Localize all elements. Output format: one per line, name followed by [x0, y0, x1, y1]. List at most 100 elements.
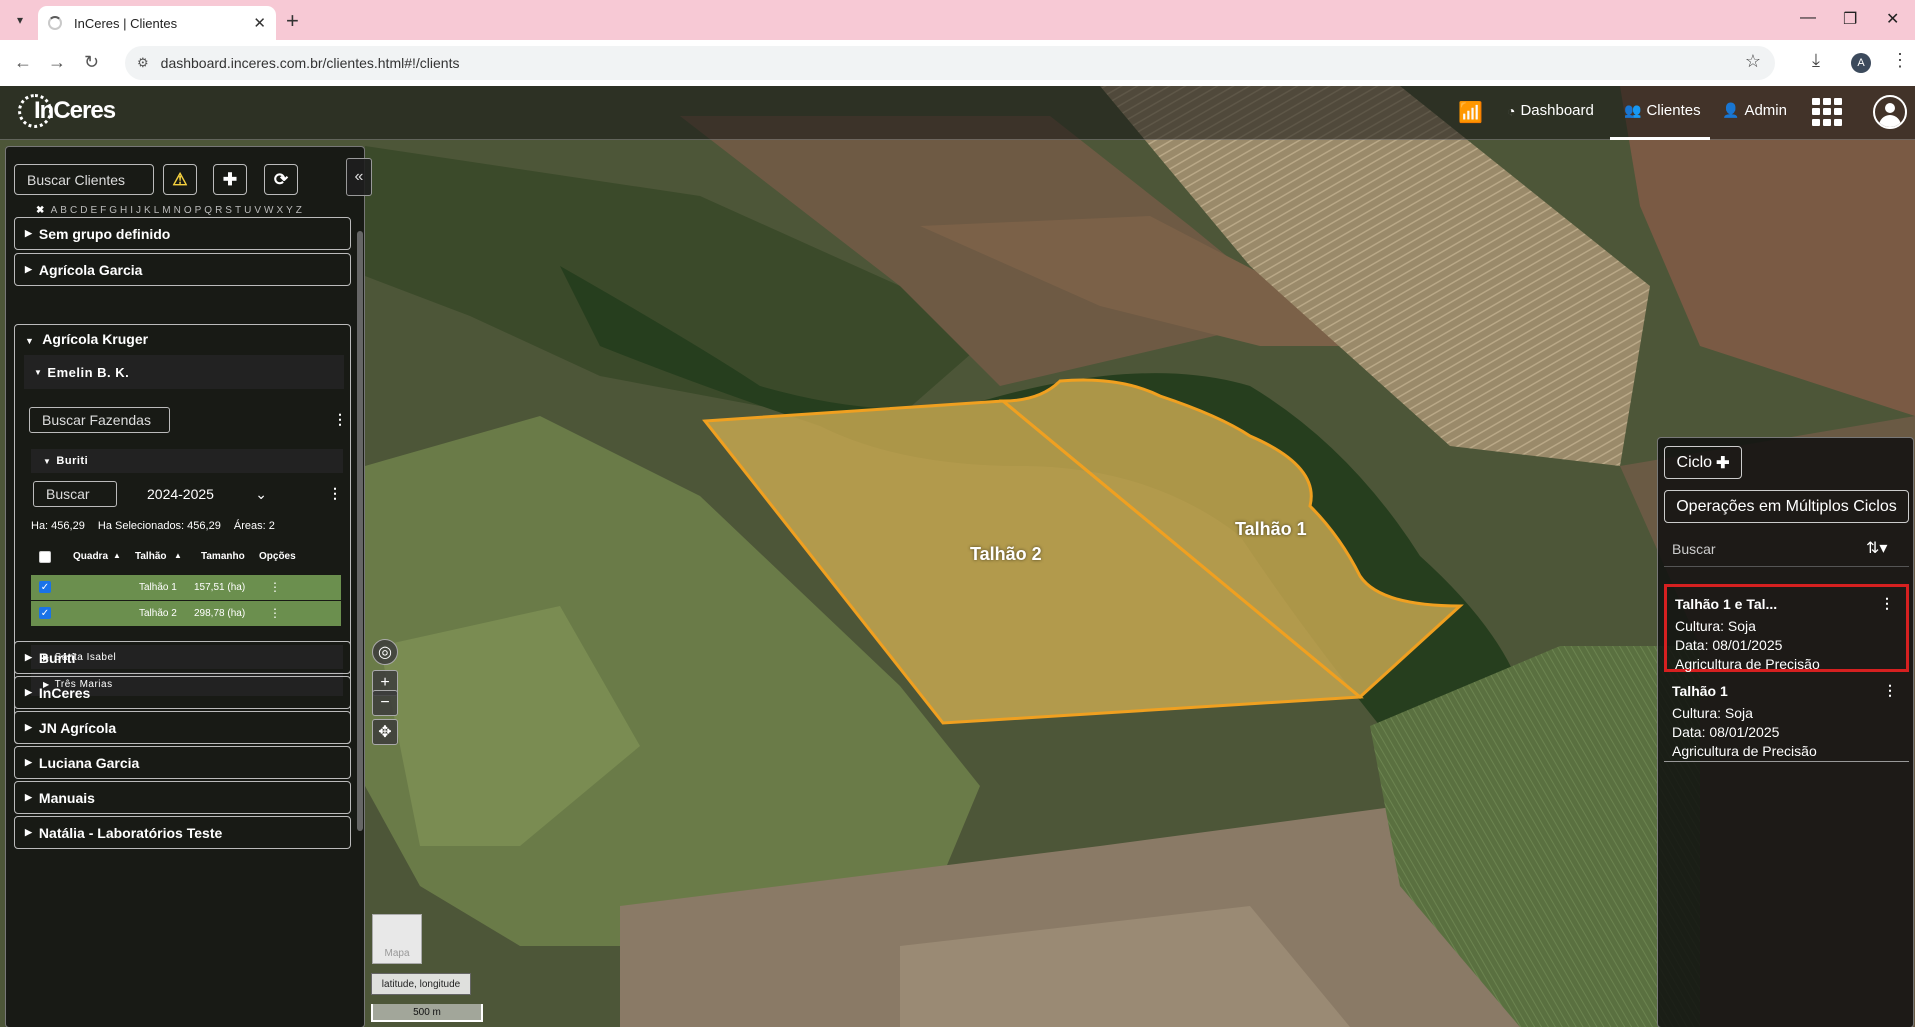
client-group[interactable]: ▶ Sem grupo definido: [14, 217, 351, 250]
forward-icon[interactable]: →: [48, 52, 66, 73]
apps-grid-icon[interactable]: [1812, 98, 1842, 126]
alphabet-letter[interactable]: O: [184, 205, 193, 216]
pan-button[interactable]: ✥: [372, 719, 398, 745]
search-clients-input[interactable]: [14, 164, 154, 195]
alphabet-letter[interactable]: H: [120, 205, 128, 216]
alphabet-letter[interactable]: M: [162, 205, 171, 216]
add-client-button[interactable]: ✚: [213, 164, 247, 195]
browser-menu-icon[interactable]: ⋮: [1891, 50, 1909, 71]
zoom-out-button[interactable]: −: [372, 690, 398, 716]
alphabet-letter[interactable]: S: [225, 205, 233, 216]
site-settings-icon[interactable]: ⚙: [137, 55, 149, 71]
nav-admin[interactable]: 👤 Admin: [1722, 102, 1787, 119]
sort-icon[interactable]: ▲: [113, 551, 121, 560]
cycle-select[interactable]: 2024-2025 ⌄: [147, 486, 267, 503]
add-cycle-button[interactable]: Ciclo ✚: [1664, 446, 1742, 479]
alphabet-letter[interactable]: E: [90, 205, 98, 216]
bookmark-star-icon[interactable]: ☆: [1745, 51, 1761, 72]
alphabet-letter[interactable]: Y: [286, 205, 294, 216]
row-checkbox[interactable]: ✓: [39, 581, 51, 593]
nav-clientes[interactable]: 👥 Clientes: [1624, 102, 1701, 119]
search-fields-input[interactable]: [33, 481, 117, 507]
alphabet-letter[interactable]: P: [195, 205, 203, 216]
alphabet-letter[interactable]: Z: [296, 205, 303, 216]
column-talhao[interactable]: Talhão: [135, 551, 166, 562]
back-icon[interactable]: ←: [14, 52, 32, 73]
locate-button[interactable]: ◎: [372, 639, 398, 665]
table-row[interactable]: ✓ Talhão 2 298,78 (ha) ⋮: [31, 601, 341, 626]
farm-options-kebab-icon[interactable]: ⋮: [328, 485, 342, 502]
clear-filter-icon[interactable]: ✖: [36, 205, 45, 216]
search-operations-input[interactable]: [1672, 541, 1852, 557]
column-quadra[interactable]: Quadra: [73, 551, 108, 562]
alphabet-letter[interactable]: D: [80, 205, 88, 216]
operation-card[interactable]: Talhão 1 e Tal... Cultura: Soja Data: 08…: [1664, 584, 1909, 672]
client-group[interactable]: ▶ Buriti: [14, 641, 351, 674]
row-checkbox[interactable]: ✓: [39, 607, 51, 619]
download-icon[interactable]: ⤓: [1812, 50, 1820, 71]
operation-card[interactable]: Talhão 1 Cultura: Soja Data: 08/01/2025 …: [1664, 674, 1909, 762]
url-field[interactable]: ⚙ dashboard.inceres.com.br/clientes.html…: [125, 46, 1775, 80]
client-group[interactable]: ▶ JN Agrícola: [14, 711, 351, 744]
reload-icon[interactable]: ↻: [84, 52, 99, 73]
client-group[interactable]: ▶ Luciana Garcia: [14, 746, 351, 779]
client-group[interactable]: ▶ Natália - Laboratórios Teste: [14, 816, 351, 849]
caret-down-icon: ▼: [43, 456, 52, 466]
alphabet-letter[interactable]: N: [174, 205, 182, 216]
warning-button[interactable]: ⚠: [163, 164, 197, 195]
active-nav-underline: [1610, 137, 1710, 140]
areas-count: Áreas: 2: [233, 520, 275, 532]
alphabet-letter[interactable]: B: [60, 205, 68, 216]
nav-dashboard[interactable]: ◔ Dashboard: [1507, 102, 1594, 119]
new-tab-icon[interactable]: +: [286, 8, 299, 34]
alphabet-letter[interactable]: K: [144, 205, 152, 216]
sort-options-icon[interactable]: ⇅▾: [1866, 538, 1887, 558]
alphabet-letter[interactable]: Q: [204, 205, 213, 216]
farm-header-buriti[interactable]: ▼ Buriti: [31, 449, 343, 473]
table-row[interactable]: ✓ Talhão 1 157,51 (ha) ⋮: [31, 575, 341, 600]
multi-cycle-operations-button[interactable]: Operações em Múltiplos Ciclos: [1664, 490, 1909, 523]
client-group[interactable]: ▶ Manuais: [14, 781, 351, 814]
alphabet-letter[interactable]: V: [254, 205, 262, 216]
restore-icon[interactable]: ❐: [1843, 9, 1857, 29]
basemap-toggle[interactable]: Mapa: [372, 914, 422, 964]
user-account-icon[interactable]: [1873, 95, 1907, 129]
close-window-icon[interactable]: ✕: [1886, 9, 1899, 29]
alphabet-letter[interactable]: C: [70, 205, 78, 216]
scrollbar[interactable]: [357, 231, 363, 831]
collapse-panel-button[interactable]: «: [346, 158, 372, 196]
browser-tab[interactable]: InCeres | Clientes ✕: [38, 6, 276, 40]
row-options-kebab-icon[interactable]: ⋮: [269, 580, 281, 594]
alphabet-letter[interactable]: A: [51, 205, 59, 216]
alphabet-letter[interactable]: J: [136, 205, 142, 216]
search-farms-input[interactable]: [29, 407, 170, 433]
operation-options-kebab-icon[interactable]: ⋮: [1883, 682, 1897, 699]
tab-search-dropdown-icon[interactable]: ▾: [10, 10, 30, 30]
app-logo[interactable]: InCeres: [18, 94, 116, 128]
client-group[interactable]: ▶ Agrícola Garcia: [14, 253, 351, 286]
alphabet-letter[interactable]: L: [154, 205, 161, 216]
group-header[interactable]: ▼ Agrícola Kruger: [25, 331, 148, 347]
operation-date: Data: 08/01/2025: [1675, 637, 1783, 653]
operation-options-kebab-icon[interactable]: ⋮: [1880, 595, 1894, 612]
alphabet-letter[interactable]: F: [100, 205, 107, 216]
client-header[interactable]: ▼ Emelin B. K.: [24, 355, 344, 389]
refresh-button[interactable]: ⟳: [264, 164, 298, 195]
alphabet-letter[interactable]: G: [109, 205, 118, 216]
alphabet-letter[interactable]: R: [215, 205, 223, 216]
client-options-kebab-icon[interactable]: ⋮: [333, 411, 347, 428]
alphabet-letter[interactable]: U: [244, 205, 252, 216]
select-all-checkbox[interactable]: [39, 551, 51, 563]
client-group[interactable]: ▶ InCeres: [14, 676, 351, 709]
profile-avatar[interactable]: A: [1851, 53, 1871, 73]
close-tab-icon[interactable]: ✕: [253, 14, 266, 32]
alphabet-letter[interactable]: X: [276, 205, 284, 216]
alphabet-letter[interactable]: I: [130, 205, 134, 216]
alphabet-letter[interactable]: T: [235, 205, 242, 216]
row-options-kebab-icon[interactable]: ⋮: [269, 606, 281, 620]
client-name: Emelin B. K.: [47, 364, 130, 380]
alphabet-letter[interactable]: W: [264, 205, 274, 216]
minimize-icon[interactable]: —: [1800, 9, 1816, 27]
sort-icon[interactable]: ▲: [174, 551, 182, 560]
caret-right-icon: ▶: [25, 827, 32, 837]
